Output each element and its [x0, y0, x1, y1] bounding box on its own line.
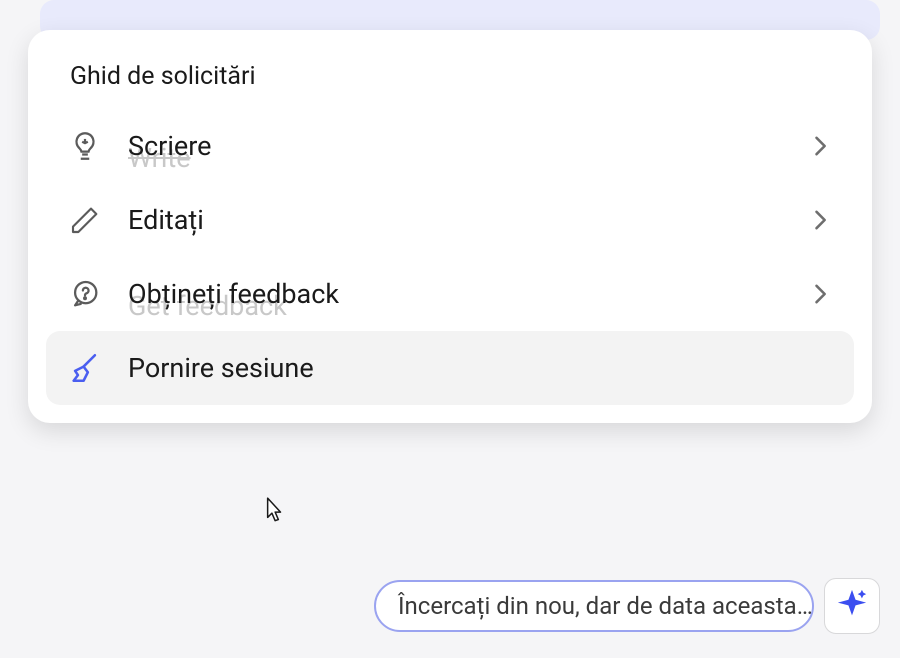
menu-label-wrap: Get feedback Obțineți feedback [128, 278, 806, 310]
menu-label: Obțineți feedback [128, 278, 806, 310]
menu-label: Editați [128, 204, 806, 236]
lightbulb-icon [66, 127, 104, 165]
pointer-cursor-icon [260, 496, 286, 526]
chat-question-icon [66, 275, 104, 313]
menu-label-wrap: Editați [128, 204, 806, 236]
suggestion-pill[interactable]: Încercați din nou, dar de data aceasta… [374, 580, 814, 632]
chevron-right-icon [806, 206, 834, 234]
sparkle-icon [835, 587, 869, 625]
menu-item-feedback[interactable]: Get feedback Obțineți feedback [46, 257, 854, 331]
menu-label-wrap: Write Scriere [128, 130, 806, 162]
panel-title: Ghid de solicitări [46, 54, 854, 109]
bottom-bar: Încercați din nou, dar de data aceasta… [40, 578, 880, 634]
menu-item-edit[interactable]: Editați [46, 183, 854, 257]
chevron-right-icon [806, 132, 834, 160]
menu-item-write[interactable]: Write Scriere [46, 109, 854, 183]
pencil-icon [66, 201, 104, 239]
prompt-guide-panel: Ghid de solicitări Write Scriere [28, 30, 872, 423]
menu-label: Scriere [128, 130, 806, 162]
menu-label: Pornire sesiune [128, 352, 834, 384]
broom-icon [66, 349, 104, 387]
sparkle-button[interactable] [824, 578, 880, 634]
menu-label-wrap: Pornire sesiune [128, 352, 834, 384]
chevron-right-icon [806, 280, 834, 308]
menu-item-start-session[interactable]: Pornire sesiune [46, 331, 854, 405]
